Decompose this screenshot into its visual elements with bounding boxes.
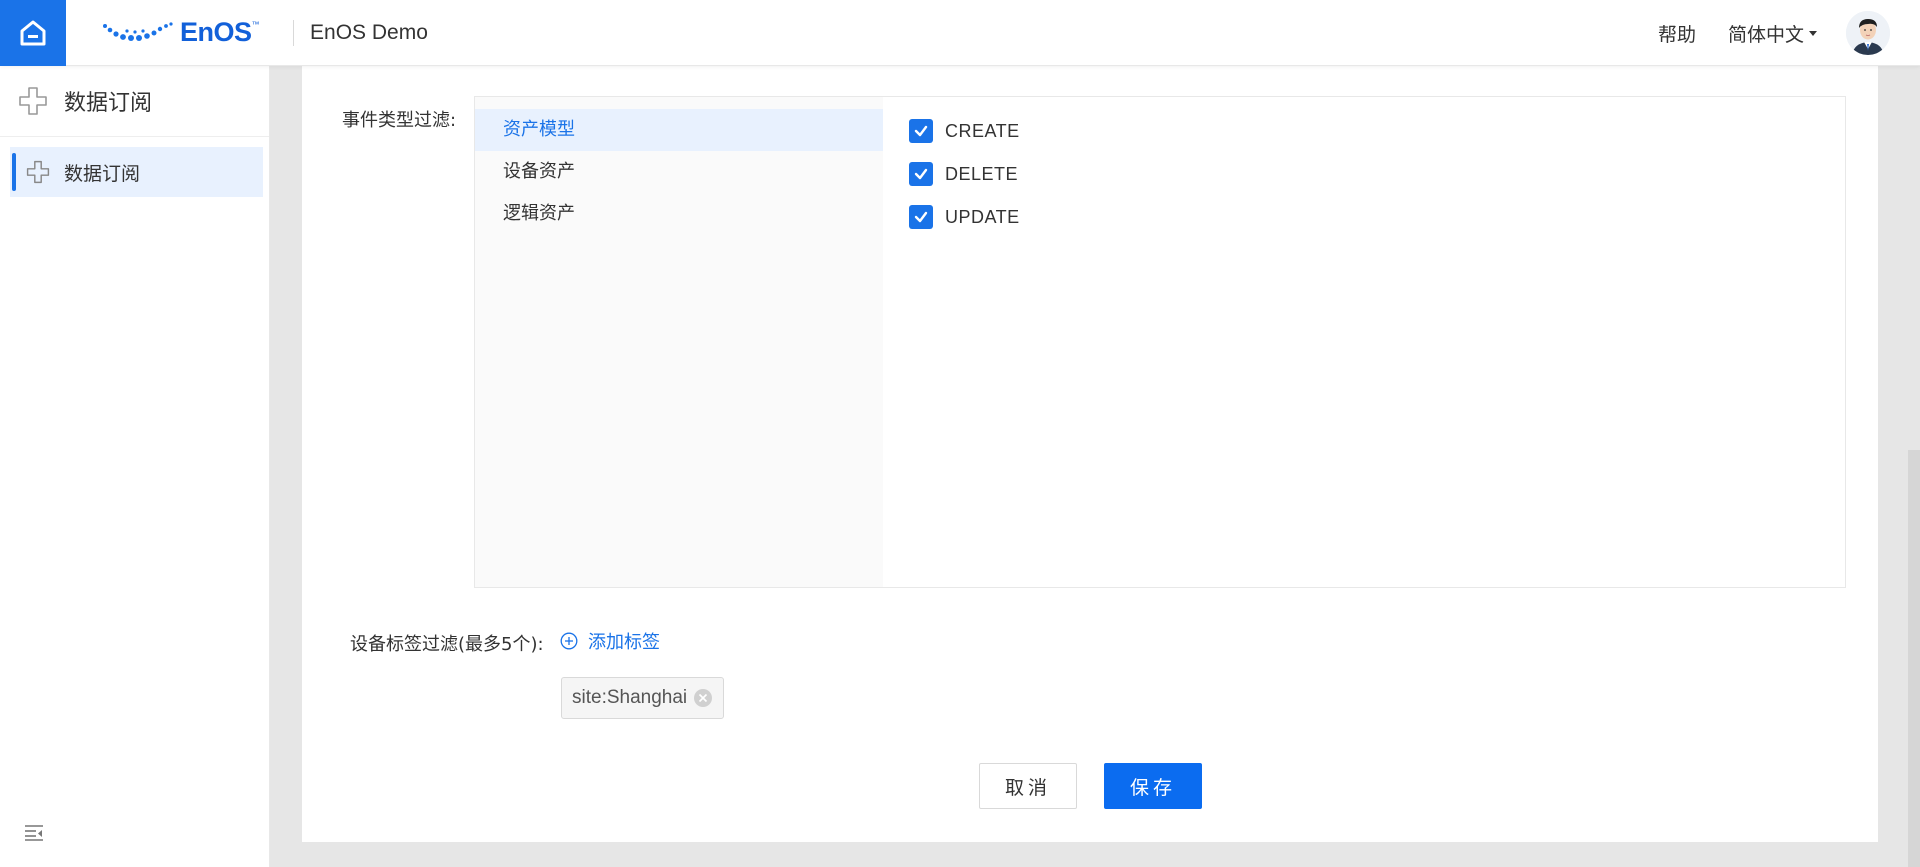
sidebar: 数据订阅 数据订阅: [0, 66, 270, 867]
logo-wordmark: EnOS™: [180, 17, 259, 48]
remove-tag-button[interactable]: [693, 688, 713, 708]
event-type-create[interactable]: CREATE: [909, 118, 1020, 144]
event-type-label: UPDATE: [945, 206, 1020, 227]
event-type-delete[interactable]: DELETE: [909, 161, 1018, 187]
language-label: 简体中文: [1727, 23, 1804, 46]
cancel-button[interactable]: 取消: [979, 763, 1077, 809]
event-filter-panel: 资产模型 设备资产 逻辑资产 CREATE DELETE UPDATE: [474, 96, 1846, 588]
tag-label: site:Shanghai: [572, 687, 688, 708]
add-tag-label: 添加标签: [588, 632, 660, 653]
user-avatar-icon: [1846, 11, 1890, 55]
sidebar-title: 数据订阅: [64, 91, 153, 116]
check-icon: [914, 168, 928, 180]
checkbox-checked[interactable]: [909, 205, 933, 229]
active-indicator: [12, 153, 16, 191]
plus-cross-icon: [26, 160, 50, 184]
header-actions: 帮助 简体中文: [1658, 0, 1920, 66]
home-button[interactable]: [0, 0, 66, 66]
category-logic-asset[interactable]: 逻辑资产: [475, 193, 883, 235]
logo-text: EnOS: [180, 17, 252, 47]
main-content: 事件类型过滤: 资产模型 设备资产 逻辑资产 CREATE DELETE UPD…: [302, 66, 1878, 842]
category-device-asset[interactable]: 设备资产: [475, 151, 883, 193]
checkbox-checked[interactable]: [909, 162, 933, 186]
logo-trademark: ™: [251, 20, 260, 29]
home-icon: [20, 20, 46, 45]
collapse-sidebar-button[interactable]: [24, 823, 44, 845]
event-type-update[interactable]: UPDATE: [909, 204, 1020, 230]
check-icon: [914, 211, 928, 223]
category-asset-model[interactable]: 资产模型: [475, 109, 883, 151]
user-avatar[interactable]: [1846, 11, 1890, 55]
check-icon: [914, 125, 928, 137]
app-title: EnOS Demo: [310, 20, 428, 44]
page-scrollbar[interactable]: [1908, 450, 1920, 867]
tag-chip: site:Shanghai: [561, 677, 725, 719]
event-type-label: DELETE: [945, 163, 1019, 184]
logo-dots-icon: [103, 21, 173, 41]
event-filter-label: 事件类型过滤:: [342, 110, 457, 131]
help-link[interactable]: 帮助: [1658, 20, 1696, 47]
plus-cross-icon: [19, 87, 47, 115]
enos-logo[interactable]: EnOS™: [102, 0, 259, 66]
add-circle-icon: [560, 632, 578, 650]
checkbox-checked[interactable]: [909, 119, 933, 143]
language-selector[interactable]: 简体中文: [1728, 20, 1817, 47]
top-bar: EnOS™ EnOS Demo 帮助 简体中文: [0, 0, 1920, 66]
close-circle-icon: [694, 689, 713, 707]
header-divider: [293, 19, 295, 46]
caret-down-icon: [1809, 30, 1817, 36]
sidebar-header: 数据订阅: [0, 66, 269, 137]
tag-filter-label: 设备标签过滤(最多5个):: [350, 634, 544, 655]
save-button[interactable]: 保存: [1104, 763, 1202, 809]
event-category-list: 资产模型 设备资产 逻辑资产: [475, 97, 883, 587]
add-tag-button[interactable]: 添加标签: [560, 628, 660, 654]
sidebar-item-label: 数据订阅: [64, 162, 141, 185]
collapse-menu-icon: [25, 825, 43, 841]
sidebar-item-data-subscription[interactable]: 数据订阅: [10, 147, 263, 197]
event-type-label: CREATE: [945, 120, 1020, 141]
